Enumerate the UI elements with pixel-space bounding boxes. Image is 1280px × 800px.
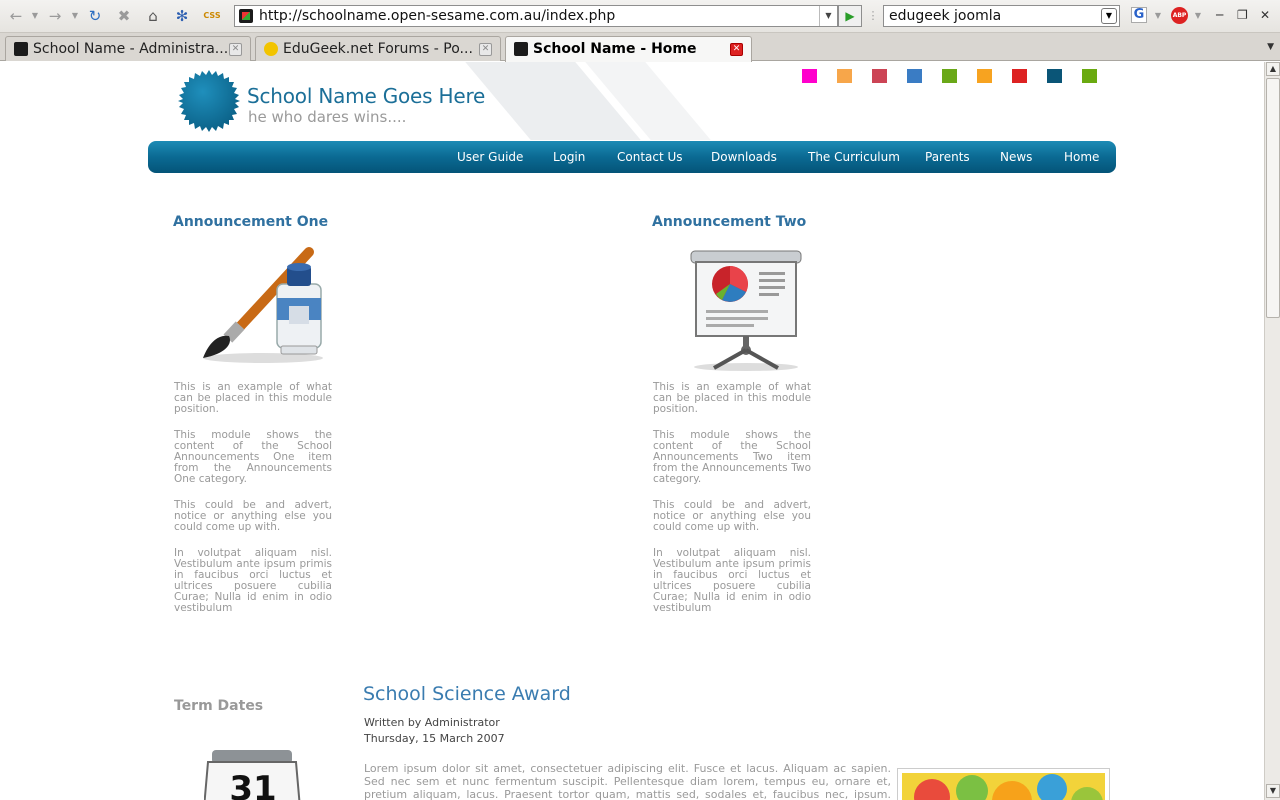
announcement-paragraph: This module shows the content of the Sch… <box>653 429 811 485</box>
calendar-day: 31 <box>229 769 276 800</box>
science-award-image <box>902 773 1105 800</box>
announcement-paragraph: This is an example of what can be placed… <box>174 381 332 415</box>
site-favicon-icon <box>239 9 253 23</box>
calendar-icon: 31 <box>204 750 301 800</box>
term-dates-title: Term Dates <box>174 698 264 714</box>
tab-title: School Name - Administra... <box>33 41 228 57</box>
home-icon[interactable]: ⌂ <box>142 6 164 26</box>
color-swatch-amber[interactable] <box>977 69 992 83</box>
back-history-dropdown[interactable]: ▼ <box>30 6 40 26</box>
tab-administration[interactable]: School Name - Administra... ✕ <box>5 36 251 61</box>
back-icon[interactable]: ← <box>5 6 27 26</box>
scroll-thumb[interactable] <box>1266 78 1280 318</box>
css-icon[interactable]: CSS <box>200 6 224 26</box>
color-swatch-magenta[interactable] <box>802 69 817 83</box>
google-icon[interactable]: G <box>1131 7 1147 23</box>
forward-icon[interactable]: → <box>44 6 66 26</box>
article-author: Written by Administrator <box>364 716 500 729</box>
nav-contact-us[interactable]: Contact Us <box>617 150 683 164</box>
tab-list-arrow-icon[interactable]: ▼ <box>1267 42 1274 52</box>
announcement-paragraph: In volutpat aliquam nisl. Vestibulum ant… <box>653 547 811 614</box>
resize-handle-icon[interactable]: ⋮ <box>866 6 880 26</box>
school-seal-logo-icon <box>178 70 240 132</box>
nav-parents[interactable]: Parents <box>925 150 970 164</box>
color-swatch-teal[interactable] <box>1047 69 1062 83</box>
search-dropdown-icon[interactable]: ▼ <box>1101 8 1117 24</box>
announcement-paragraph: This could be and advert, notice or anyt… <box>653 499 811 533</box>
scroll-down-icon[interactable]: ▼ <box>1266 784 1280 798</box>
forward-history-dropdown[interactable]: ▼ <box>70 6 80 26</box>
presentation-icon <box>690 250 802 371</box>
stop-icon[interactable]: ✖ <box>113 6 135 26</box>
tab-close-icon[interactable]: ✕ <box>730 43 743 56</box>
edugeek-favicon-icon <box>264 42 278 56</box>
color-swatch-green[interactable] <box>942 69 957 83</box>
tab-close-icon[interactable]: ✕ <box>229 43 242 56</box>
nav-user-guide[interactable]: User Guide <box>457 150 523 164</box>
announcement-two-title: Announcement Two <box>652 214 807 230</box>
close-window-icon[interactable]: ✕ <box>1260 8 1270 22</box>
article-image <box>897 768 1110 800</box>
site-title[interactable]: School Name Goes Here <box>247 84 485 108</box>
paint-brush-icon <box>203 247 323 363</box>
nav-the-curriculum[interactable]: The Curriculum <box>808 150 900 164</box>
announcement-one-text: This is an example of what can be placed… <box>174 382 332 629</box>
tab-edugeek[interactable]: EduGeek.net Forums - Po... ✕ <box>255 36 501 61</box>
browser-toolbar: ← ▼ → ▼ ↻ ✖ ⌂ ✻ CSS http://schoolname.op… <box>0 0 1280 33</box>
color-swatch-rose[interactable] <box>872 69 887 83</box>
nav-home[interactable]: Home <box>1064 150 1099 164</box>
minimize-icon[interactable]: ─ <box>1216 8 1223 22</box>
joomla-favicon-icon <box>514 42 528 56</box>
color-swatch-orange[interactable] <box>837 69 852 83</box>
tab-title: EduGeek.net Forums - Po... <box>283 41 473 57</box>
search-box[interactable]: edugeek joomla ▼ <box>883 5 1120 27</box>
page-scrollbar[interactable]: ▲ ▼ <box>1264 62 1280 800</box>
address-dropdown-icon[interactable]: ▼ <box>819 6 837 26</box>
color-swatch-lime[interactable] <box>1082 69 1097 83</box>
scroll-up-icon[interactable]: ▲ <box>1266 62 1280 76</box>
tab-bar: School Name - Administra... ✕ EduGeek.ne… <box>0 33 1280 62</box>
color-swatch-red[interactable] <box>1012 69 1027 83</box>
nav-news[interactable]: News <box>1000 150 1032 164</box>
nav-downloads[interactable]: Downloads <box>711 150 777 164</box>
color-swatch-blue[interactable] <box>907 69 922 83</box>
announcement-paragraph: This module shows the content of the Sch… <box>174 429 332 485</box>
main-navigation: User Guide Login Contact Us Downloads Th… <box>148 141 1116 173</box>
article-title[interactable]: School Science Award <box>363 683 571 705</box>
site-slogan: he who dares wins.... <box>248 108 407 126</box>
announcement-paragraph: This is an example of what can be placed… <box>653 381 811 415</box>
tab-close-icon[interactable]: ✕ <box>479 43 492 56</box>
search-text[interactable]: edugeek joomla <box>889 8 1001 24</box>
article-date: Thursday, 15 March 2007 <box>364 732 505 745</box>
google-dropdown[interactable]: ▼ <box>1153 6 1163 26</box>
announcement-paragraph: This could be and advert, notice or anyt… <box>174 499 332 533</box>
address-bar[interactable]: http://schoolname.open-sesame.com.au/ind… <box>234 5 838 27</box>
go-button[interactable]: ▶ <box>838 5 862 27</box>
reload-icon[interactable]: ↻ <box>84 6 106 26</box>
article-body: Lorem ipsum dolor sit amet, consectetuer… <box>364 762 891 800</box>
adblock-icon[interactable]: ABP <box>1171 7 1188 24</box>
nav-login[interactable]: Login <box>553 150 585 164</box>
joomla-favicon-icon <box>14 42 28 56</box>
address-text[interactable]: http://schoolname.open-sesame.com.au/ind… <box>259 8 615 24</box>
tab-home[interactable]: School Name - Home ✕ <box>505 36 752 62</box>
announcement-paragraph: In volutpat aliquam nisl. Vestibulum ant… <box>174 547 332 614</box>
announcement-two-text: This is an example of what can be placed… <box>653 382 811 629</box>
adblock-dropdown[interactable]: ▼ <box>1193 6 1203 26</box>
extension-icon[interactable]: ✻ <box>171 6 193 26</box>
page-viewport: School Name Goes Here he who dares wins.… <box>0 62 1264 800</box>
announcement-one-title: Announcement One <box>173 214 329 230</box>
restore-icon[interactable]: ❐ <box>1237 8 1248 22</box>
tab-title: School Name - Home <box>533 41 697 57</box>
